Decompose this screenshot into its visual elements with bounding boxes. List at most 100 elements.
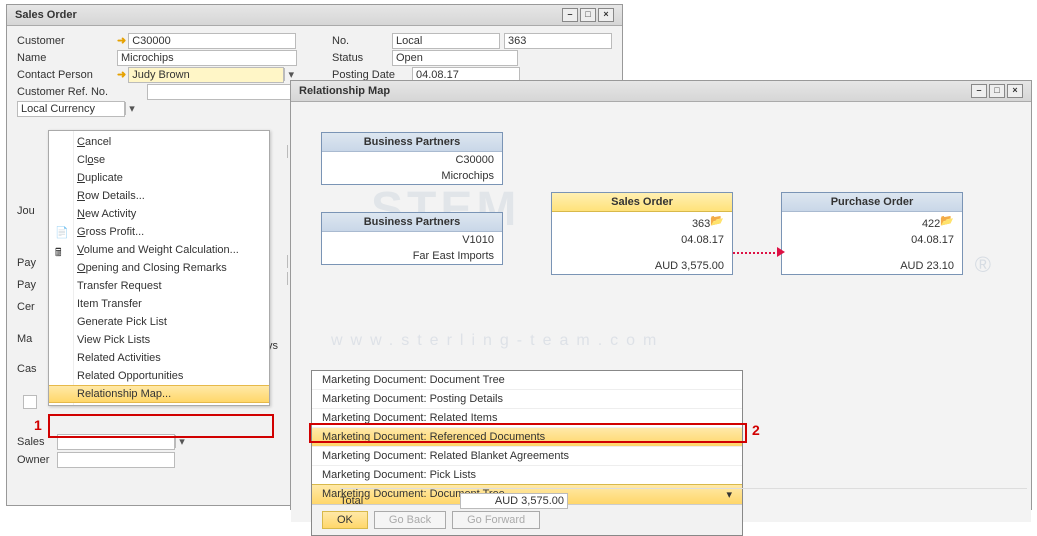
menu-item-related-activities[interactable]: Related Activities [49, 349, 269, 367]
menu-item-label: Transfer Request [77, 280, 162, 292]
maximize-button[interactable]: □ [989, 84, 1005, 98]
bp1-title: Business Partners [322, 133, 502, 152]
popup-item[interactable]: Marketing Document: Related Items [312, 409, 742, 428]
menu-item-cancel[interactable]: Cancel [49, 133, 269, 151]
bp2-title: Business Partners [322, 213, 502, 232]
sales-order-title: Sales Order [15, 9, 77, 21]
jou-label: Jou [17, 200, 37, 222]
menu-item-item-transfer[interactable]: Item Transfer [49, 295, 269, 313]
po-title: Purchase Order [782, 193, 962, 212]
rm-titlebar: Relationship Map – □ × [291, 81, 1031, 102]
ref-label: Customer Ref. No. [17, 86, 147, 98]
status-label: Status [332, 52, 392, 64]
menu-item-label: Related Activities [77, 352, 161, 364]
pay2-label: Pay [17, 274, 37, 296]
folder-icon: 📂 [940, 214, 954, 227]
currency-select[interactable]: Local Currency [17, 101, 125, 117]
menu-item-label: Volume and Weight Calculation... [77, 244, 239, 256]
so-title: Sales Order [552, 193, 732, 212]
checkbox[interactable] [23, 395, 37, 409]
pdate-label: Posting Date [332, 69, 412, 81]
customer-field[interactable]: C30000 [128, 33, 296, 49]
popup-item[interactable]: Marketing Document: Related Blanket Agre… [312, 447, 742, 466]
menu-item-label: New Activity [77, 208, 136, 220]
context-menu: Cancel Close Duplicate Row Details... New Ac… [48, 130, 270, 406]
name-label: Name [17, 52, 117, 64]
no-type-field[interactable]: Local [392, 33, 500, 49]
maximize-button[interactable]: □ [580, 8, 596, 22]
menu-item-duplicate[interactable]: Duplicate [49, 169, 269, 187]
contact-field[interactable]: Judy Brown [128, 67, 284, 83]
chevron-down-icon[interactable]: ▾ [175, 435, 188, 448]
close-button[interactable]: × [1007, 84, 1023, 98]
menu-item-volume-and-weight-calculation[interactable]: 🖩 Volume and Weight Calculation... [49, 241, 269, 259]
relationship-map-window: Relationship Map – □ × STEM www.sterling… [290, 80, 1032, 510]
menu-item-label: Close [77, 154, 105, 166]
total-value: AUD 3,575.00 [460, 493, 568, 509]
bp1-code: C30000 [322, 152, 502, 168]
menu-item-relationship-map[interactable]: Relationship Map... [49, 385, 269, 403]
annotation-1: 1 [34, 417, 42, 433]
close-button[interactable]: × [598, 8, 614, 22]
menu-item-view-pick-lists[interactable]: View Pick Lists [49, 331, 269, 349]
menu-item-label: Opening and Closing Remarks [77, 262, 227, 274]
status-field: Open [392, 50, 518, 66]
total-label: Total [340, 495, 420, 507]
view-selector-popup: Marketing Document: Document TreeMarketi… [311, 370, 743, 536]
connection-line [733, 252, 779, 254]
menu-item-row-details[interactable]: Row Details... [49, 187, 269, 205]
menu-item-gross-profit[interactable]: 📄 Gross Profit... [49, 223, 269, 241]
menu-item-label: Cancel [77, 136, 111, 148]
link-arrow-icon[interactable]: ➜ [117, 34, 126, 47]
minimize-button[interactable]: – [562, 8, 578, 22]
menu-item-opening-and-closing-remarks[interactable]: Opening and Closing Remarks [49, 259, 269, 277]
po-box[interactable]: Purchase Order 📂 422 04.08.17 AUD 23.10 [781, 192, 963, 275]
bp1-name: Microchips [322, 168, 502, 184]
sales-label: Sales [17, 436, 57, 448]
popup-item[interactable]: Marketing Document: Referenced Documents [312, 428, 742, 447]
menu-item-label: Gross Profit... [77, 226, 144, 238]
no-label: No. [332, 35, 392, 47]
sales-field[interactable] [57, 434, 175, 450]
no-field[interactable]: 363 [504, 33, 612, 49]
bp1-box[interactable]: Business Partners C30000 Microchips [321, 132, 503, 185]
rm-title: Relationship Map [299, 85, 390, 97]
owner-label: Owner [17, 454, 57, 466]
menu-item-generate-pick-list[interactable]: Generate Pick List [49, 313, 269, 331]
menu-item-label: Related Opportunities [77, 370, 183, 382]
ref-field[interactable] [147, 84, 297, 100]
contact-label: Contact Person [17, 69, 117, 81]
minimize-button[interactable]: – [971, 84, 987, 98]
ma-label: Ma [17, 328, 37, 350]
bp2-box[interactable]: Business Partners V1010 Far East Imports [321, 212, 503, 265]
menu-item-label: Generate Pick List [77, 316, 167, 328]
po-date: 04.08.17 [782, 232, 962, 248]
total-strip: Total AUD 3,575.00 [340, 488, 1027, 509]
so-amount: AUD 3,575.00 [552, 258, 732, 274]
owner-field[interactable] [57, 452, 175, 468]
popup-item[interactable]: Marketing Document: Posting Details [312, 390, 742, 409]
so-box[interactable]: Sales Order 📂 363 04.08.17 AUD 3,575.00 [551, 192, 733, 275]
annotation-2: 2 [752, 422, 760, 438]
cer-label: Cer [17, 296, 37, 318]
menu-item-transfer-request[interactable]: Transfer Request [49, 277, 269, 295]
menu-item-label: Row Details... [77, 190, 145, 202]
popup-item[interactable]: Marketing Document: Pick Lists [312, 466, 742, 484]
sales-order-titlebar: Sales Order – □ × [7, 5, 622, 26]
calc-icon: 🖩 [55, 244, 69, 258]
link-arrow-icon[interactable]: ➜ [117, 68, 126, 81]
name-field[interactable]: Microchips [117, 50, 297, 66]
cas-label: Cas [17, 358, 37, 380]
pay1-label: Pay [17, 252, 37, 274]
menu-item-new-activity[interactable]: New Activity [49, 205, 269, 223]
customer-label: Customer [17, 35, 117, 47]
chevron-down-icon[interactable]: ▾ [125, 102, 138, 115]
popup-item[interactable]: Marketing Document: Document Tree [312, 371, 742, 390]
arrowhead-icon [777, 247, 785, 257]
menu-item-close[interactable]: Close [49, 151, 269, 169]
doc-icon: 📄 [55, 226, 69, 240]
menu-item-related-opportunities[interactable]: Related Opportunities [49, 367, 269, 385]
po-no: 422 [782, 216, 962, 232]
po-amount: AUD 23.10 [782, 258, 962, 274]
folder-icon: 📂 [710, 214, 724, 227]
